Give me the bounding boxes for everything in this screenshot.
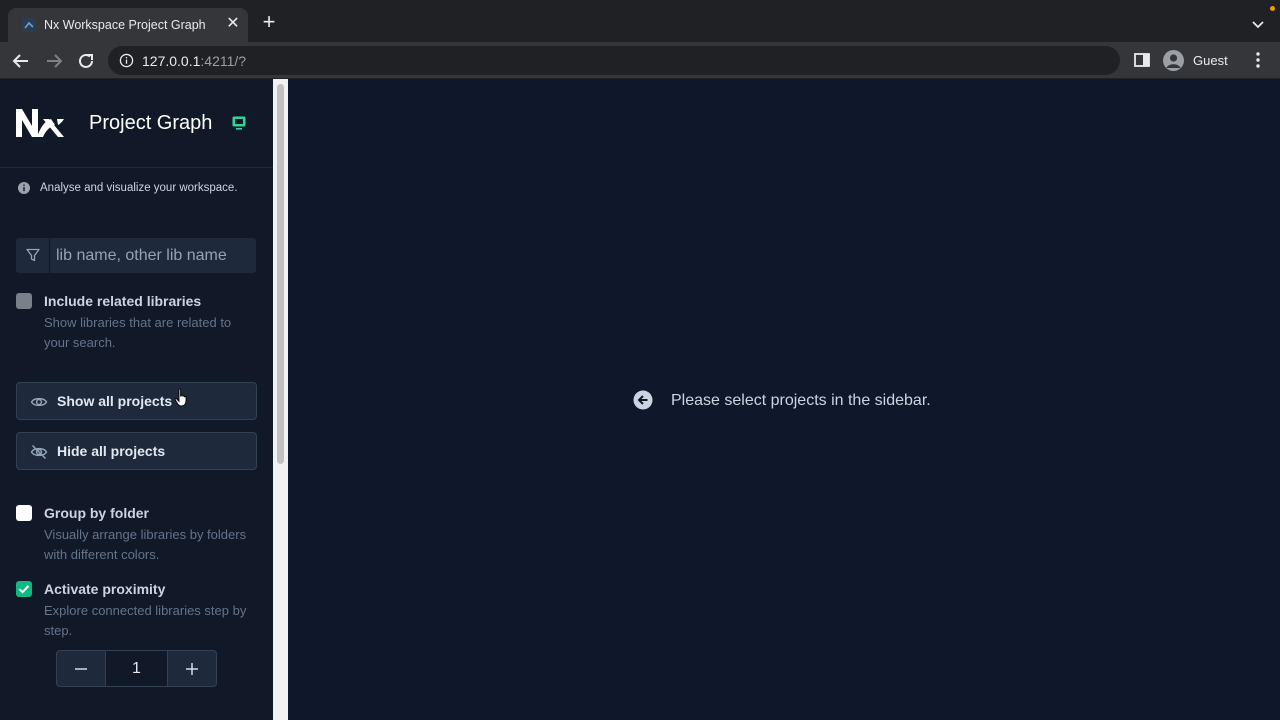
- eye-off-icon: [30, 445, 48, 459]
- graph-area: Please select projects in the sidebar.: [288, 79, 1280, 720]
- include-related-description: Show libraries that are related to your …: [44, 315, 232, 350]
- browser-tab-bar: Nx Workspace Project Graph ✕ +: [0, 0, 1280, 42]
- tab-search-chevron-icon[interactable]: [1248, 14, 1268, 34]
- sidebar: Project Graph Analyse and visualize your…: [0, 79, 273, 720]
- group-by-folder-title: Group by folder: [44, 505, 149, 521]
- hand-cursor-icon: [174, 388, 187, 407]
- close-tab-icon[interactable]: ✕: [224, 15, 242, 33]
- eye-icon: [30, 397, 48, 407]
- tab-title: Nx Workspace Project Graph: [44, 18, 206, 32]
- reload-icon[interactable]: [75, 50, 97, 72]
- proximity-value[interactable]: 1: [106, 651, 167, 686]
- profile-name: Guest: [1193, 53, 1228, 68]
- filter-icon-wrapper: [16, 238, 50, 273]
- include-related-title: Include related libraries: [44, 293, 202, 309]
- hide-all-projects-label: Hide all projects: [57, 443, 166, 459]
- empty-state-message: Please select projects in the sidebar.: [671, 392, 931, 409]
- browser-tab[interactable]: Nx Workspace Project Graph ✕: [8, 8, 248, 42]
- group-by-folder-description: Visually arrange libraries by folders wi…: [44, 527, 247, 562]
- guest-avatar-icon: [1163, 50, 1184, 71]
- decrement-button[interactable]: [57, 651, 106, 686]
- page-title: Project Graph: [89, 112, 213, 134]
- include-related-checkbox[interactable]: [16, 293, 32, 309]
- nx-favicon-icon: [22, 18, 36, 32]
- proximity-stepper: 1: [56, 650, 217, 687]
- hide-all-projects-button[interactable]: Hide all projects: [16, 432, 257, 470]
- info-icon: [18, 182, 30, 194]
- project-filter: [16, 238, 256, 273]
- checkmark-icon: [18, 585, 30, 594]
- scrollbar-thumb[interactable]: [277, 84, 284, 464]
- profile-button[interactable]: Guest: [1160, 45, 1242, 75]
- site-info-icon[interactable]: [119, 53, 134, 68]
- sidebar-header: Project Graph: [0, 79, 273, 168]
- browser-menu-icon[interactable]: [1248, 50, 1268, 70]
- address-bar[interactable]: 127.0.0.1:4211/?: [108, 46, 1120, 75]
- info-text: Analyse and visualize your workspace.: [40, 182, 238, 194]
- notification-dot: [1270, 6, 1275, 11]
- filter-input[interactable]: [50, 238, 256, 273]
- filter-icon: [26, 248, 40, 262]
- back-arrow-icon[interactable]: [10, 50, 32, 72]
- browser-toolbar: 127.0.0.1:4211/? Guest: [0, 42, 1280, 79]
- plus-icon: [186, 663, 198, 675]
- show-all-projects-label: Show all projects: [57, 393, 173, 409]
- side-panel-icon[interactable]: [1132, 50, 1152, 70]
- url-host: 127.0.0.1: [142, 53, 201, 69]
- group-by-folder-checkbox[interactable]: [16, 505, 32, 521]
- forward-arrow-icon[interactable]: [43, 50, 65, 72]
- nx-logo-icon: [16, 109, 64, 137]
- activate-proximity-checkbox[interactable]: [16, 581, 32, 597]
- url-path: :4211/?: [200, 53, 247, 69]
- activate-proximity-description: Explore connected libraries step by step…: [44, 603, 247, 638]
- minus-icon: [75, 668, 87, 670]
- desktop-icon: [232, 116, 246, 130]
- sidebar-scrollbar[interactable]: [273, 79, 288, 720]
- show-all-projects-button[interactable]: Show all projects: [16, 382, 257, 420]
- url-text: 127.0.0.1:4211/?: [142, 53, 246, 69]
- new-tab-icon[interactable]: +: [258, 11, 280, 34]
- arrow-left-circle-icon: [633, 390, 653, 410]
- activate-proximity-title: Activate proximity: [44, 581, 166, 597]
- increment-button[interactable]: [167, 651, 216, 686]
